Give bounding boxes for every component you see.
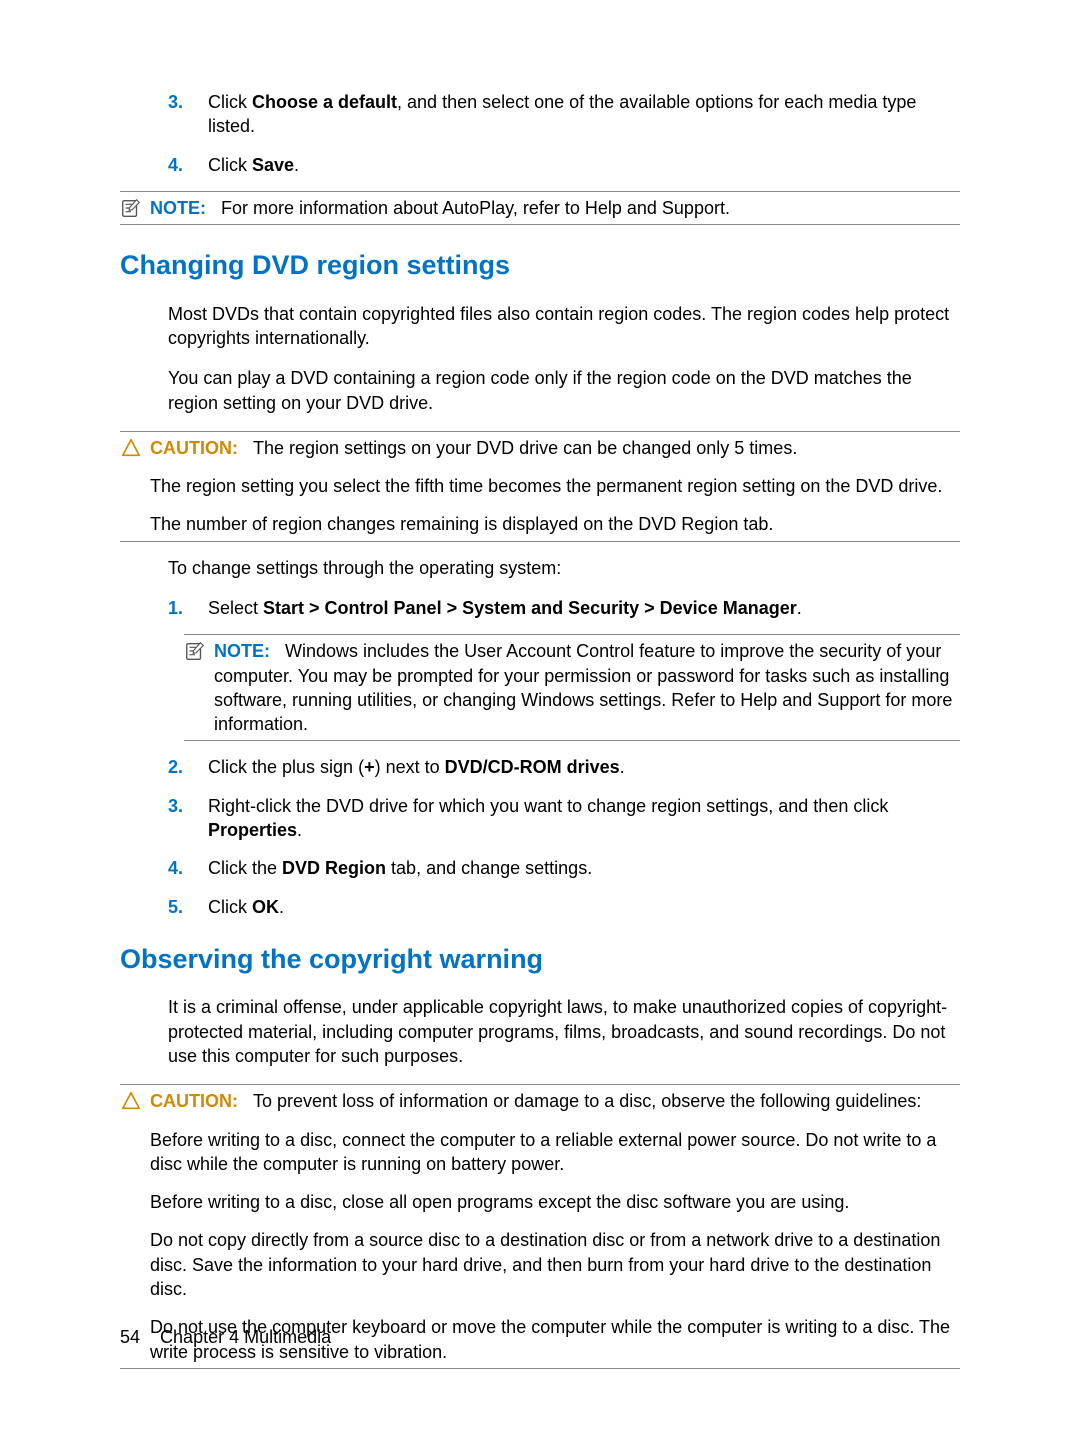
text-run: . xyxy=(294,155,299,175)
caution-text: Do not copy directly from a source disc … xyxy=(150,1228,960,1301)
page-number: 54 xyxy=(120,1327,140,1347)
note-callout: NOTE: For more information about AutoPla… xyxy=(120,191,960,225)
paragraph: It is a criminal offense, under applicab… xyxy=(168,995,960,1068)
list-number: 3. xyxy=(168,794,208,843)
text-run: Click xyxy=(208,897,252,917)
list-number: 3. xyxy=(168,90,208,139)
text-bold: DVD Region xyxy=(282,858,386,878)
note-callout: NOTE: Windows includes the User Account … xyxy=(184,634,960,741)
list-number: 2. xyxy=(168,755,208,779)
text-bold: + xyxy=(364,757,375,777)
caution-text: The region setting you select the fifth … xyxy=(150,474,960,498)
caution-body: CAUTION: To prevent loss of information … xyxy=(150,1089,960,1364)
page-footer: 54 Chapter 4 Multimedia xyxy=(120,1325,331,1349)
text-run: Click xyxy=(208,155,252,175)
text-run: . xyxy=(297,820,302,840)
list-item: 3. Click Choose a default, and then sele… xyxy=(168,90,960,139)
text-bold: Properties xyxy=(208,820,297,840)
list-number: 4. xyxy=(168,153,208,177)
caution-text: The number of region changes remaining i… xyxy=(150,512,960,536)
page-content: 3. Click Choose a default, and then sele… xyxy=(120,90,960,1369)
list-number: 1. xyxy=(168,596,208,620)
list-text: Click the plus sign (+) next to DVD/CD-R… xyxy=(208,755,960,779)
caution-text: To prevent loss of information or damage… xyxy=(253,1091,921,1111)
caution-icon xyxy=(120,437,142,459)
text-run: tab, and change settings. xyxy=(386,858,592,878)
text-bold: Choose a default xyxy=(252,92,397,112)
text-bold: DVD/CD-ROM drives xyxy=(445,757,620,777)
caution-label: CAUTION: xyxy=(150,1091,238,1111)
paragraph: You can play a DVD containing a region c… xyxy=(168,366,960,415)
caution-label: CAUTION: xyxy=(150,438,238,458)
list-text: Click Save. xyxy=(208,153,960,177)
section-heading-copyright: Observing the copyright warning xyxy=(120,941,960,977)
text-run: . xyxy=(279,897,284,917)
list-item: 5. Click OK. xyxy=(168,895,960,919)
note-icon xyxy=(184,640,206,662)
list-text: Select Start > Control Panel > System an… xyxy=(208,596,960,620)
list-text: Right-click the DVD drive for which you … xyxy=(208,794,960,843)
dvd-steps-list: 1. Select Start > Control Panel > System… xyxy=(168,596,960,919)
paragraph: To change settings through the operating… xyxy=(168,556,960,580)
top-ordered-list: 3. Click Choose a default, and then sele… xyxy=(168,90,960,177)
caution-text: The region settings on your DVD drive ca… xyxy=(253,438,797,458)
list-item: 2. Click the plus sign (+) next to DVD/C… xyxy=(168,755,960,779)
paragraph: Most DVDs that contain copyrighted files… xyxy=(168,302,960,351)
text-bold: OK xyxy=(252,897,279,917)
caution-text: Before writing to a disc, close all open… xyxy=(150,1190,960,1214)
text-run: ) next to xyxy=(375,757,445,777)
text-run: . xyxy=(797,598,802,618)
caution-icon xyxy=(120,1090,142,1112)
section-body: Most DVDs that contain copyrighted files… xyxy=(168,302,960,415)
list-item: 3. Right-click the DVD drive for which y… xyxy=(168,794,960,843)
chapter-title: Chapter 4 Multimedia xyxy=(160,1327,331,1347)
note-text: For more information about AutoPlay, ref… xyxy=(221,198,730,218)
list-item: 4. Click Save. xyxy=(168,153,960,177)
text-run: Select xyxy=(208,598,263,618)
section-body: To change settings through the operating… xyxy=(168,556,960,580)
caution-callout: CAUTION: The region settings on your DVD… xyxy=(120,431,960,542)
text-run: Right-click the DVD drive for which you … xyxy=(208,796,888,816)
note-label: NOTE: xyxy=(214,641,270,661)
text-bold: Save xyxy=(252,155,294,175)
note-body: NOTE: Windows includes the User Account … xyxy=(214,639,960,736)
text-run: . xyxy=(620,757,625,777)
list-number: 5. xyxy=(168,895,208,919)
list-text: Click OK. xyxy=(208,895,960,919)
note-body: NOTE: For more information about AutoPla… xyxy=(150,196,960,220)
note-icon xyxy=(120,197,142,219)
list-item: 4. Click the DVD Region tab, and change … xyxy=(168,856,960,880)
text-bold: Start > Control Panel > System and Secur… xyxy=(263,598,797,618)
caution-text: Before writing to a disc, connect the co… xyxy=(150,1128,960,1177)
list-item: 1. Select Start > Control Panel > System… xyxy=(168,596,960,620)
text-run: Click the xyxy=(208,858,282,878)
text-run: Click the plus sign ( xyxy=(208,757,364,777)
list-text: Click the DVD Region tab, and change set… xyxy=(208,856,960,880)
note-text: Windows includes the User Account Contro… xyxy=(214,641,952,734)
section-body: It is a criminal offense, under applicab… xyxy=(168,995,960,1068)
text-run: Click xyxy=(208,92,252,112)
note-label: NOTE: xyxy=(150,198,206,218)
caution-body: CAUTION: The region settings on your DVD… xyxy=(150,436,960,537)
list-number: 4. xyxy=(168,856,208,880)
list-text: Click Choose a default, and then select … xyxy=(208,90,960,139)
section-heading-dvd-region: Changing DVD region settings xyxy=(120,247,960,283)
